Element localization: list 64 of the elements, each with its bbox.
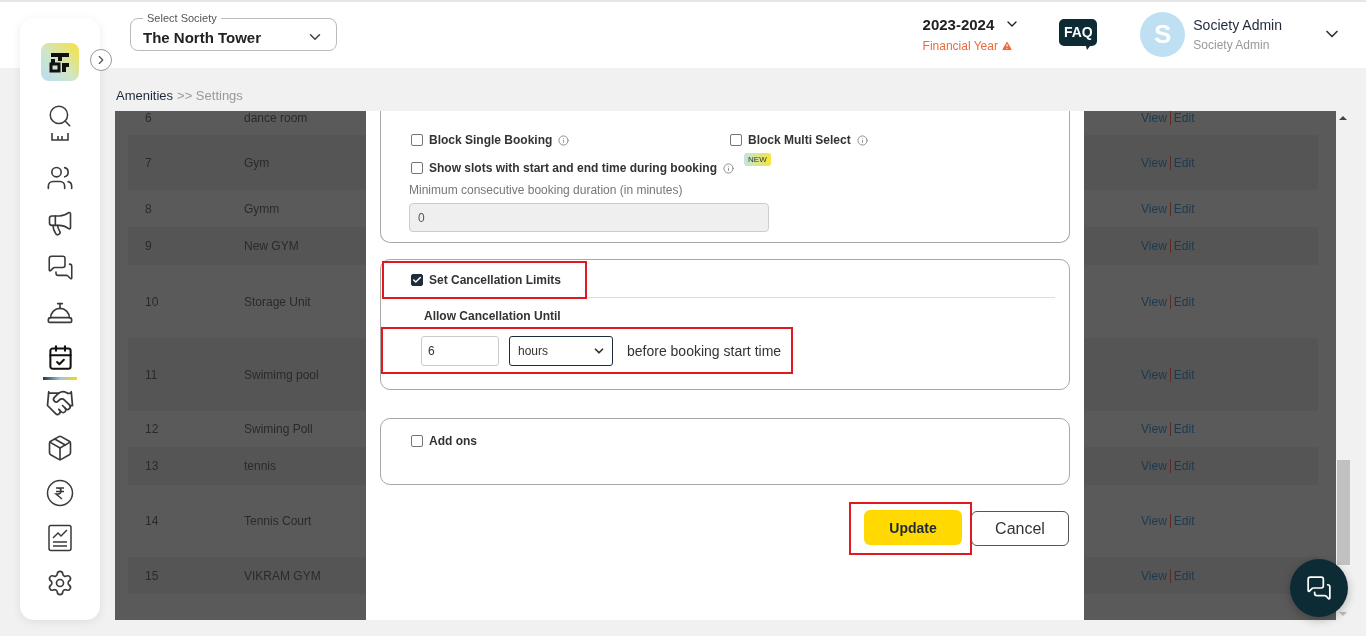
table-link[interactable]: View (1138, 239, 1170, 253)
table-link[interactable]: View (1138, 294, 1170, 309)
checkbox[interactable] (411, 435, 423, 447)
user-name: Society Admin (1193, 16, 1282, 33)
user-avatar: S (1140, 11, 1186, 57)
table-link[interactable]: View (1138, 111, 1170, 125)
checkbox[interactable] (411, 134, 423, 146)
checkbox[interactable] (411, 162, 423, 174)
cancel-button[interactable]: Cancel (971, 511, 1069, 546)
table-link[interactable]: View (1138, 155, 1170, 170)
year-select[interactable]: 2023-2024 (922, 15, 1021, 33)
partial-icon[interactable] (50, 132, 70, 142)
table-link[interactable]: Edit (1169, 367, 1198, 382)
checkbox[interactable] (730, 134, 742, 146)
chat-icon[interactable] (46, 254, 74, 281)
breadcrumb-link[interactable]: Amenities (116, 88, 174, 111)
table-link[interactable]: Edit (1169, 155, 1198, 170)
warning-icon (1000, 39, 1013, 52)
table-link[interactable]: Edit (1169, 514, 1198, 528)
table-link[interactable]: View (1138, 459, 1170, 473)
option-label: Show slots with start and end time during booking (429, 161, 717, 175)
option-label: Set Cancellation Limits (429, 273, 562, 287)
table-link[interactable]: Edit (1169, 239, 1198, 253)
table-link[interactable]: View (1138, 514, 1170, 528)
unit-select[interactable]: hours (509, 335, 613, 366)
table-link[interactable]: View (1138, 201, 1170, 216)
table-link[interactable]: Edit (1169, 111, 1198, 125)
info-icon (558, 134, 570, 146)
info-icon (856, 134, 868, 146)
box-icon[interactable] (46, 433, 74, 462)
amount-input[interactable]: 6 (421, 335, 499, 366)
active-indicator (43, 377, 77, 380)
calendar-icon[interactable] (46, 344, 74, 371)
user-role: Society Admin (1193, 37, 1271, 52)
society-select[interactable]: Select Society The North Tower (130, 13, 337, 51)
option-label: Block Multi Select (748, 133, 851, 147)
option-label: Block Single Booking (429, 133, 553, 147)
field-label: Minimum consecutive booking duration (in minutes) (409, 183, 684, 197)
app-logo[interactable] (41, 43, 79, 81)
scrollbar-thumb[interactable] (1336, 460, 1350, 565)
new-badge: NEW (744, 153, 771, 166)
faq-button[interactable]: FAQ (1058, 17, 1099, 51)
breadcrumb-current: >> Settings (177, 88, 243, 105)
settings-icon[interactable] (46, 568, 74, 597)
chat-icon (1306, 575, 1332, 601)
report-icon[interactable] (47, 523, 73, 552)
table-link[interactable]: Edit (1169, 201, 1198, 216)
table-link[interactable]: View (1138, 367, 1170, 382)
suffix-label: before booking start time (627, 342, 782, 359)
field-label: Allow Cancellation Until (423, 308, 562, 323)
table-link[interactable]: Edit (1169, 459, 1198, 473)
table-link[interactable]: Edit (1169, 422, 1198, 436)
financial-year-label: Financial Year (922, 38, 998, 53)
checkbox[interactable] (411, 274, 423, 286)
update-button[interactable]: Update (864, 510, 962, 545)
table-link[interactable]: View (1138, 422, 1170, 436)
expand-button[interactable] (90, 49, 112, 71)
rupee-icon[interactable] (46, 478, 74, 507)
option-label: Add ons (429, 434, 477, 448)
table-link[interactable]: View (1138, 568, 1170, 583)
info-icon (723, 162, 734, 174)
table-link[interactable]: Edit (1169, 568, 1198, 583)
table-link[interactable]: Edit (1169, 294, 1198, 309)
search-icon[interactable] (47, 103, 73, 129)
